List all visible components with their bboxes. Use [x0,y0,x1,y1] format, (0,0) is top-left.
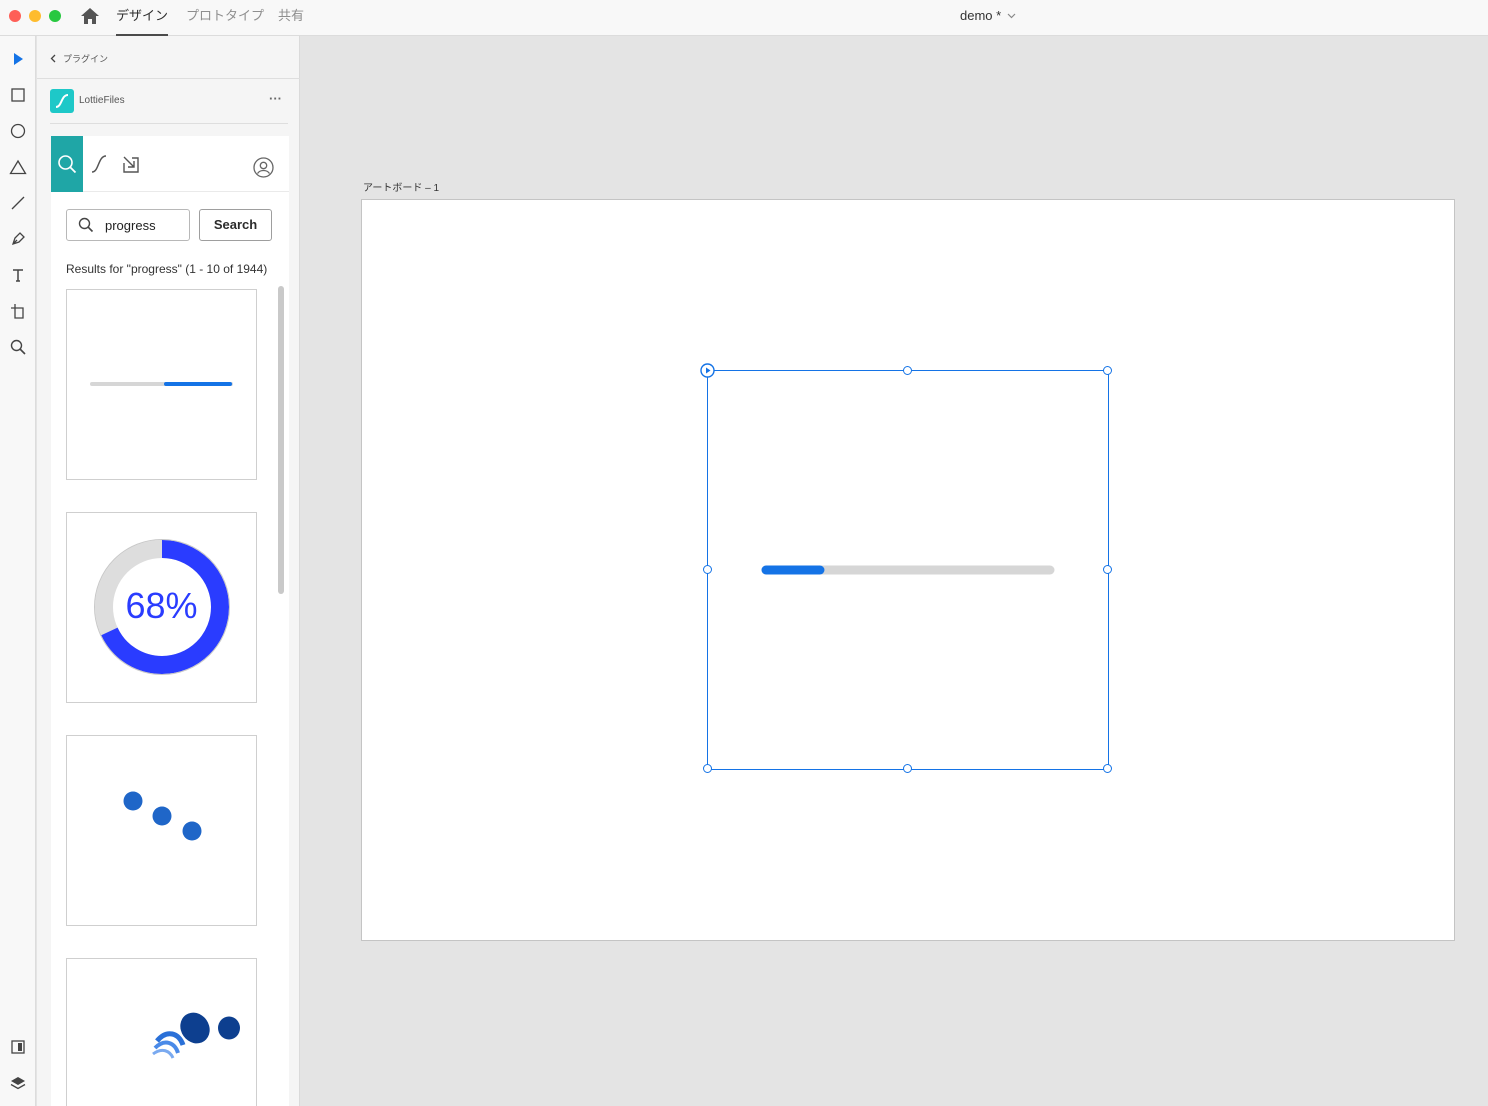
resize-handle-top-center[interactable] [903,366,912,375]
minimize-window-button[interactable] [29,10,41,22]
plugin-content: progress Search Results for "progress" (… [51,136,289,1106]
search-button[interactable]: Search [199,209,272,241]
resize-handle-bottom-right[interactable] [1103,764,1112,773]
tools-toolbar [0,36,36,1106]
polygon-tool[interactable] [7,156,29,178]
resize-handle-bottom-center[interactable] [903,764,912,773]
plugin-header: LottieFiles ··· [50,88,288,124]
assets-icon [11,1040,25,1054]
plugin-name: LottieFiles [79,95,125,106]
chevron-left-icon [50,54,56,63]
resize-handle-middle-left[interactable] [703,565,712,574]
resize-handle-bottom-left[interactable] [703,764,712,773]
text-icon [13,269,23,282]
blob-loader-preview [152,1012,240,1059]
account-icon[interactable] [253,157,274,178]
document-title[interactable]: demo * [960,8,1016,23]
tab-share[interactable]: 共有 [278,0,304,36]
search-icon [58,155,77,174]
line-icon [11,196,25,210]
pen-icon [11,232,25,246]
artboard-icon [11,304,24,319]
ellipse-tool[interactable] [7,120,29,142]
panel-divider [37,78,300,79]
plugin-nav [51,136,289,192]
tab-prototype[interactable]: プロトタイプ [186,0,264,36]
search-input-value: progress [105,218,156,233]
rectangle-tool[interactable] [7,84,29,106]
plugin-panel: プラグイン LottieFiles ··· progress Search Re… [37,36,300,1106]
layers-icon [10,1077,26,1090]
rectangle-icon [11,88,25,102]
percent-label: 68% [125,585,198,626]
tab-design[interactable]: デザイン [116,0,168,36]
select-tool[interactable] [7,48,29,70]
search-tab[interactable] [51,136,83,192]
plugins-back-link[interactable]: プラグイン [50,52,108,65]
lottiefiles-logo-icon [50,89,74,113]
result-card[interactable]: 68% [66,512,257,703]
zoom-window-button[interactable] [49,10,61,22]
loader-dot [123,791,143,811]
linear-progress-preview [90,382,233,386]
resize-handle-middle-right[interactable] [1103,565,1112,574]
title-bar: デザイン プロトタイプ 共有 demo * [0,0,1488,36]
zoom-icon [10,339,26,355]
document-title-text: demo * [960,8,1002,23]
results-count: Results for "progress" (1 - 10 of 1944) [66,262,268,276]
selected-linear-progress [761,565,1055,575]
assets-panel-button[interactable] [7,1036,29,1058]
import-icon[interactable] [121,154,141,174]
select-arrow-icon [14,53,23,65]
chevron-down-icon [1007,13,1016,18]
plugins-back-label: プラグイン [63,54,109,64]
line-tool[interactable] [7,192,29,214]
result-card[interactable] [66,735,257,926]
ellipse-icon [10,123,26,139]
curve-icon[interactable] [90,154,108,174]
loader-blob [218,1016,240,1040]
results-scrollbar-thumb[interactable] [278,286,284,594]
search-input[interactable]: progress [66,209,190,241]
play-icon[interactable] [700,363,715,378]
loader-arc [152,1048,175,1059]
loader-dot [182,821,202,841]
resize-handle-top-right[interactable] [1103,366,1112,375]
result-card[interactable] [66,958,257,1106]
pen-tool[interactable] [7,228,29,250]
search-input-icon [78,217,94,233]
dots-loader-preview [123,791,202,841]
home-icon[interactable] [80,7,100,25]
artboard-tool[interactable] [7,300,29,322]
close-window-button[interactable] [9,10,21,22]
more-options-button[interactable]: ··· [269,91,282,106]
layers-panel-button[interactable] [7,1072,29,1094]
result-card[interactable] [66,289,257,480]
text-tool[interactable] [7,264,29,286]
artboard-label[interactable]: アートボード – 1 [363,179,439,194]
selected-lottie-object[interactable] [707,370,1109,770]
triangle-icon [9,159,27,175]
zoom-tool[interactable] [7,336,29,358]
loader-dot [152,806,172,826]
